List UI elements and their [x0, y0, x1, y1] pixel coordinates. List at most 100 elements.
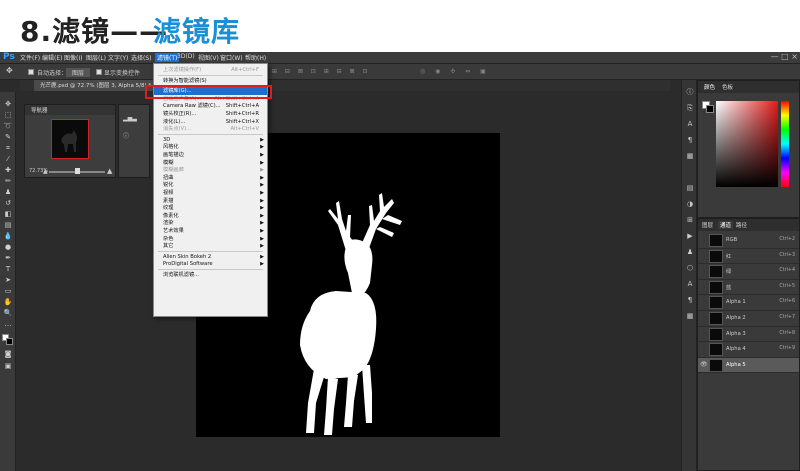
zoom-tool-icon[interactable]: 🔍 — [3, 309, 13, 317]
actions-panel-icon[interactable]: ▶ — [685, 232, 695, 241]
navigator-thumbnail[interactable] — [51, 119, 89, 159]
channel-row[interactable]: Alpha 4 Ctrl+9 — [698, 342, 799, 358]
brush-panel-icon[interactable]: ▦ — [685, 152, 695, 161]
crop-tool-icon[interactable]: ⌗ — [3, 144, 13, 152]
menu-item[interactable]: 文件(F) — [20, 53, 40, 62]
filter-menu-item[interactable]: 浏览联机滤镜... — [154, 271, 267, 279]
blur-tool-icon[interactable]: 💧 — [3, 232, 13, 240]
menu-item[interactable]: 帮助(H) — [245, 53, 266, 62]
paragraph-panel-icon[interactable]: ¶ — [685, 136, 695, 145]
channel-thumbnail — [709, 280, 723, 294]
notes-panel-icon[interactable]: ¶ — [685, 296, 695, 305]
channel-row[interactable]: Alpha 1 Ctrl+6 — [698, 295, 799, 311]
filter-menu-item[interactable]: 其它 ▶ — [154, 242, 267, 250]
channel-row[interactable]: Alpha 3 Ctrl+8 — [698, 327, 799, 343]
background-color-swatch[interactable] — [706, 105, 714, 113]
window-controls[interactable]: — □ × — [771, 52, 798, 61]
gradient-tool-icon[interactable]: ▤ — [3, 221, 13, 229]
move-tool-icon[interactable]: ✥ — [3, 100, 13, 108]
menu-item-label: 其它 — [163, 243, 174, 250]
hand-tool-icon[interactable]: ✋ — [3, 298, 13, 306]
healing-tool-icon[interactable]: ✚ — [3, 166, 13, 174]
auto-select-checkbox[interactable] — [28, 69, 34, 75]
menu-item[interactable]: 视图(V) — [198, 53, 219, 62]
adjustments-panel-icon[interactable]: ◑ — [685, 200, 695, 209]
glyphs-panel-icon[interactable]: A — [685, 280, 695, 289]
zoom-slider-knob[interactable] — [75, 168, 80, 174]
channels-panel-tabs: 图层 通道 路径 — [698, 219, 799, 231]
color-field[interactable] — [716, 101, 778, 187]
filter-menu-item[interactable]: 转换为智能滤镜(S) — [154, 77, 267, 85]
tab-swatches[interactable]: 色板 — [722, 83, 733, 91]
tab-paths[interactable]: 路径 — [736, 221, 747, 229]
tab-layers[interactable]: 图层 — [702, 221, 713, 229]
marquee-tool-icon[interactable]: ⬚ — [3, 111, 13, 119]
properties-panel-icon[interactable]: ⎘ — [685, 104, 695, 113]
tool-presets-icon[interactable]: ⬡ — [685, 264, 695, 273]
tab-channels[interactable]: 通道 — [718, 221, 734, 229]
channel-row[interactable]: 👁 Alpha 5 — [698, 357, 799, 374]
character-panel-icon[interactable]: A — [685, 120, 695, 129]
tutorial-heading: 8.滤镜—— 滤镜库 — [0, 0, 800, 52]
measurement-panel-icon[interactable]: ▦ — [685, 312, 695, 321]
move-tool-icon[interactable]: ✥ — [6, 66, 13, 75]
align-icons[interactable]: ⊞ ⊟ ⊠ ⊡ ⊞ ⊟ ⊠ ⊡ — [272, 68, 371, 75]
zoom-out-icon[interactable]: ▲ — [43, 168, 48, 175]
channel-shortcut: Ctrl+9 — [779, 346, 795, 352]
menu-item[interactable]: 3D(D) — [177, 53, 195, 60]
menu-item[interactable]: 滤镜(T) — [155, 53, 180, 62]
eraser-tool-icon[interactable]: ◧ — [3, 210, 13, 218]
lasso-tool-icon[interactable]: ➰ — [3, 122, 13, 130]
pen-tool-icon[interactable]: ✒ — [3, 254, 13, 262]
brush-tool-icon[interactable]: ✏ — [3, 177, 13, 185]
channel-row[interactable]: Alpha 2 Ctrl+7 — [698, 311, 799, 327]
eyedropper-tool-icon[interactable]: ⁄ — [3, 155, 13, 163]
screen-mode-icon[interactable]: ▣ — [3, 362, 13, 370]
channel-shortcut: Ctrl+6 — [779, 299, 795, 305]
channel-row[interactable]: 蓝 Ctrl+5 — [698, 280, 799, 296]
menu-item[interactable]: 图像(I) — [64, 53, 82, 62]
history-panel-icon[interactable]: ⓘ — [685, 88, 695, 97]
channel-row[interactable]: 绿 Ctrl+4 — [698, 264, 799, 280]
background-color-swatch[interactable] — [6, 338, 13, 345]
color-panel-tabs: 颜色 色板 — [698, 81, 799, 93]
tab-color[interactable]: 颜色 — [704, 83, 715, 91]
channel-row[interactable]: 红 Ctrl+3 — [698, 249, 799, 265]
menu-bar: Ps 文件(F) 编辑(E) 图像(I) 图层(L) 文字(Y) 选择(S) 滤镜(T) 3D… — [0, 52, 800, 64]
menu-item[interactable]: 编辑(E) — [42, 53, 62, 62]
quick-mask-icon[interactable]: ◙ — [3, 350, 13, 358]
navigator-header[interactable]: 导航器 — [25, 105, 115, 115]
channel-row[interactable]: RGB Ctrl+2 — [698, 233, 799, 249]
channel-shortcut: Ctrl+5 — [779, 283, 795, 289]
info-icon[interactable]: ⓘ — [123, 131, 129, 140]
type-tool-icon[interactable]: T — [3, 265, 13, 273]
more-tools-icon[interactable]: … — [3, 320, 13, 328]
dodge-tool-icon[interactable]: ● — [3, 243, 13, 251]
zoom-in-icon[interactable]: ▲ — [107, 167, 112, 175]
filter-menu-item[interactable]: ProDigital Software ▶ — [154, 260, 267, 268]
visibility-eye-icon[interactable]: 👁 — [700, 361, 708, 368]
history-brush-icon[interactable]: ↺ — [3, 199, 13, 207]
menu-item-label: 浏览联机滤镜... — [163, 272, 200, 278]
menu-item[interactable]: 选择(S) — [131, 53, 152, 62]
quick-select-tool-icon[interactable]: ✎ — [3, 133, 13, 141]
channel-thumbnail — [709, 343, 723, 357]
shape-tool-icon[interactable]: ▭ — [3, 287, 13, 295]
clone-source-icon[interactable]: ♟ — [685, 248, 695, 257]
styles-panel-icon[interactable]: ⊞ — [685, 216, 695, 225]
path-select-icon[interactable]: ➤ — [3, 276, 13, 284]
channel-name: Alpha 5 — [726, 361, 746, 368]
histogram-icon[interactable]: ▂▅▃ — [123, 115, 137, 122]
show-transform-checkbox[interactable] — [96, 69, 102, 75]
filter-menu-item[interactable]: 消失点(V)... Alt+Ctrl+V — [154, 125, 267, 133]
menu-item[interactable]: 图层(L) — [86, 53, 106, 62]
hue-slider[interactable] — [781, 101, 789, 187]
libraries-panel-icon[interactable]: ▤ — [685, 184, 695, 193]
stamp-tool-icon[interactable]: ♟ — [3, 188, 13, 196]
filter-menu-item[interactable]: 上次滤镜操作(F) Alt+Ctrl+F — [154, 66, 267, 74]
menu-item[interactable]: 窗口(W) — [220, 53, 243, 62]
3d-mode-icons[interactable]: ◎ ◉ ✣ ⇔ ▣ — [420, 68, 490, 75]
menu-item[interactable]: 文字(Y) — [108, 53, 128, 62]
channel-name: Alpha 3 — [726, 330, 746, 337]
layer-dropdown[interactable]: 图层 — [66, 68, 91, 77]
